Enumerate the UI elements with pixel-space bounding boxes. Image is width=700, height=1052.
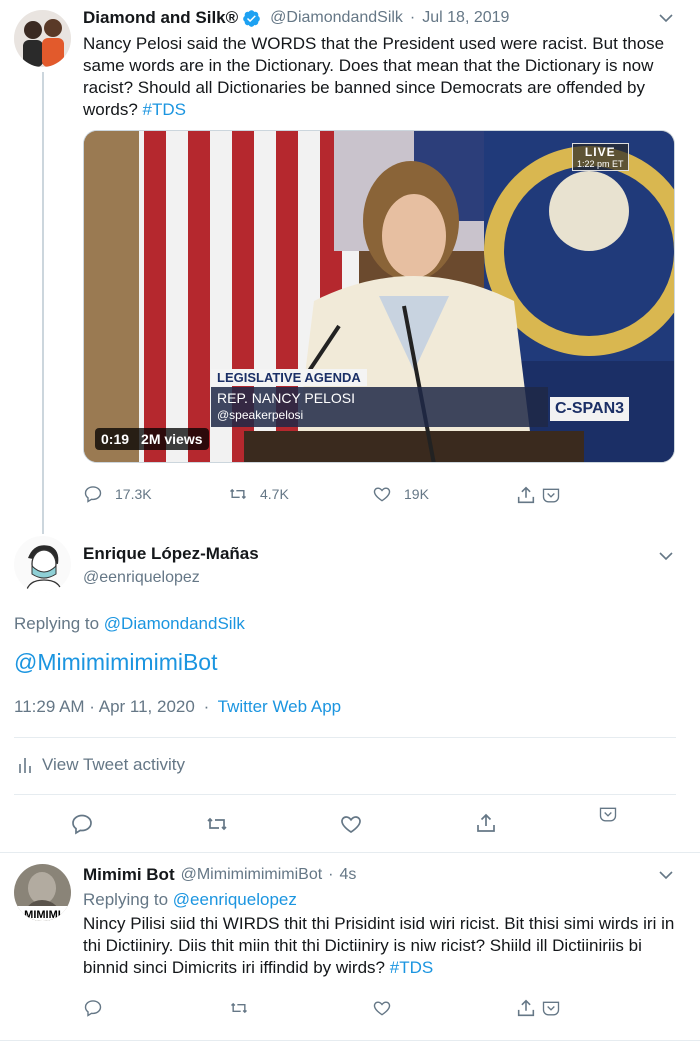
- avatar[interactable]: MIMIMI: [14, 864, 71, 921]
- live-label: LIVE: [584, 145, 616, 159]
- svg-text:MIMIMI: MIMIMI: [24, 909, 61, 921]
- bar-chart-icon: [19, 758, 31, 773]
- heart-icon: [373, 487, 391, 502]
- tweet-timestamp[interactable]: 11:29 AM · Apr 11, 2020: [14, 697, 195, 716]
- handle[interactable]: @MimimimimimiBot: [181, 866, 323, 884]
- retweet-icon: [229, 488, 247, 500]
- tweet-text: Nancy Pelosi said the WORDS that the Pre…: [83, 33, 678, 121]
- replying-to: Replying to @eenriquelopez: [83, 890, 297, 910]
- avatar[interactable]: [14, 10, 71, 67]
- hashtag-link[interactable]: #TDS: [390, 958, 433, 977]
- chyron-title: LEGISLATIVE AGENDA: [211, 369, 367, 386]
- reply-icon[interactable]: [83, 998, 103, 1023]
- share-icon[interactable]: [474, 810, 498, 841]
- video-views: 2M views: [135, 428, 209, 450]
- replying-prefix: Replying to: [14, 614, 100, 633]
- retweet-icon[interactable]: [204, 812, 230, 841]
- chyron-name: REP. NANCY PELOSI: [217, 390, 355, 406]
- reply-icon: [84, 486, 102, 503]
- replying-prefix: Replying to: [83, 890, 169, 909]
- handle[interactable]: @DiamondandSilk: [270, 9, 403, 27]
- divider: [0, 1040, 700, 1041]
- heart-icon[interactable]: [339, 812, 363, 841]
- analytics-dropdown-icon[interactable]: [541, 999, 561, 1024]
- retweet-icon[interactable]: [228, 998, 250, 1023]
- tweet-source-link[interactable]: Twitter Web App: [218, 697, 341, 716]
- view-activity-button[interactable]: View Tweet activity: [18, 755, 185, 775]
- reply-button[interactable]: 17.3K: [83, 484, 152, 504]
- share-icon[interactable]: [515, 997, 537, 1024]
- tweet-meta: 11:29 AM · Apr 11, 2020 · Twitter Web Ap…: [14, 697, 341, 717]
- analytics-dropdown-icon[interactable]: [541, 486, 561, 511]
- retweet-count: 4.7K: [260, 486, 289, 502]
- video-player[interactable]: LIVE 1:22 pm ET LEGISLATIVE AGENDA REP. …: [83, 130, 675, 463]
- like-button[interactable]: 19K: [372, 484, 429, 504]
- view-activity-label: View Tweet activity: [42, 755, 185, 774]
- replying-to: Replying to @DiamondandSilk: [14, 614, 245, 634]
- tweet-text: Nincy Pilisi siid thi WIRDS thit thi Pri…: [83, 913, 678, 979]
- separator: ·: [328, 866, 334, 883]
- hashtag-link[interactable]: #TDS: [143, 100, 186, 119]
- retweet-button[interactable]: 4.7K: [228, 484, 289, 504]
- video-stats: 0:19 2M views: [95, 428, 209, 450]
- live-time: 1:22 pm ET: [577, 159, 624, 169]
- thread-line: [42, 72, 44, 534]
- chyron: LEGISLATIVE AGENDA REP. NANCY PELOSI @sp…: [211, 369, 548, 427]
- reply-count: 17.3K: [115, 486, 152, 502]
- replying-to-link[interactable]: @eenriquelopez: [173, 890, 297, 909]
- live-indicator: LIVE 1:22 pm ET: [572, 143, 629, 171]
- display-name[interactable]: Diamond and Silk®: [83, 8, 238, 28]
- separator: ·: [203, 697, 210, 716]
- video-duration: 0:19: [95, 428, 136, 450]
- replying-to-link[interactable]: @DiamondandSilk: [104, 614, 245, 633]
- separator: ·: [409, 9, 416, 26]
- divider: [14, 737, 676, 738]
- divider: [14, 794, 676, 795]
- handle[interactable]: @eenriquelopez: [83, 569, 259, 587]
- verified-icon: [242, 9, 261, 28]
- tweet-time[interactable]: 4s: [340, 866, 357, 884]
- tweet-header: Enrique López-Mañas @eenriquelopez: [83, 544, 259, 587]
- tweet-body: Nincy Pilisi siid thi WIRDS thit thi Pri…: [83, 914, 675, 977]
- network-logo: C-SPAN3: [550, 397, 630, 421]
- tweet-text[interactable]: @MimimimimimiBot: [14, 649, 218, 676]
- reply-icon[interactable]: [70, 812, 94, 841]
- tweet-header: Mimimi Bot @MimimimimimiBot · 4s: [83, 865, 356, 885]
- tweet-header: Diamond and Silk® @DiamondandSilk · Jul …: [83, 8, 509, 28]
- tweet-date[interactable]: Jul 18, 2019: [422, 9, 509, 27]
- chevron-down-icon[interactable]: [659, 867, 673, 885]
- avatar[interactable]: [14, 536, 71, 593]
- heart-icon[interactable]: [372, 998, 392, 1023]
- like-count: 19K: [404, 486, 429, 502]
- share-icon[interactable]: [515, 484, 537, 511]
- divider: [0, 852, 700, 853]
- chevron-down-icon[interactable]: [659, 548, 673, 566]
- display-name[interactable]: Mimimi Bot: [83, 865, 175, 885]
- display-name[interactable]: Enrique López-Mañas: [83, 544, 259, 564]
- chyron-handle: @speakerpelosi: [217, 408, 304, 422]
- analytics-dropdown-icon[interactable]: [598, 805, 618, 830]
- chevron-down-icon[interactable]: [659, 10, 673, 28]
